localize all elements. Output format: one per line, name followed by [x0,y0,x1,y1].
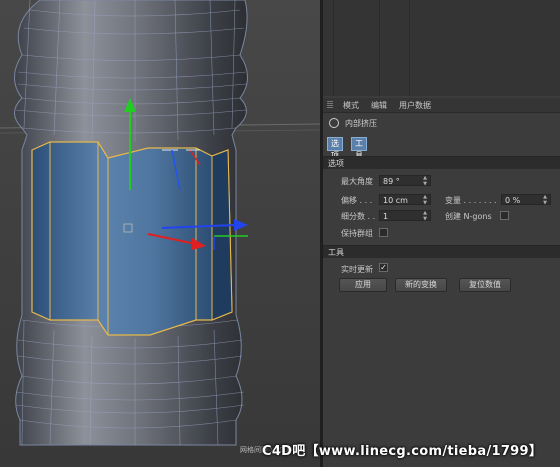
max-angle-field[interactable]: 89 ° ▲ ▼ [379,175,431,186]
spinner-icon[interactable]: ▲ ▼ [423,175,427,187]
bottle-mesh[interactable] [0,0,320,467]
menu-mode[interactable]: 模式 [343,100,359,111]
offset-value: 10 cm [383,196,408,205]
realtime-update-label: 实时更新 [341,265,373,274]
create-ngons-checkbox[interactable] [500,211,509,220]
object-title: 内部挤压 [345,119,377,128]
subdivision-field[interactable]: 1 ▲ ▼ [379,210,431,221]
menu-user-data[interactable]: 用户数据 [399,100,431,111]
max-angle-value: 89 ° [383,177,400,186]
tab-options[interactable]: 选项 [327,137,343,160]
tool-section-header[interactable]: 工具 [323,245,560,258]
reset-values-button[interactable]: 复位数值 [459,278,511,292]
attributes-panel: 模式 编辑 用户数据 内部挤压 选项 工具 选项 最大角度 89 ° ▲▼ 偏移… [323,0,560,467]
attributes-menubar: 模式 编辑 用户数据 [323,98,560,113]
realtime-update-checkbox[interactable]: ✓ [379,263,388,272]
menu-edit[interactable]: 编辑 [371,100,387,111]
spinner-icon[interactable]: ▲ ▼ [423,194,427,206]
spinner-icon[interactable]: ▲ ▼ [543,194,547,206]
tool-section-title: 工具 [328,248,344,257]
options-section-title: 选项 [328,159,344,168]
variance-field[interactable]: 0 % ▲ ▼ [501,194,551,205]
options-section-header[interactable]: 选项 [323,156,560,169]
object-tool-icon [329,118,339,128]
drag-grip-icon[interactable] [327,101,333,109]
preserve-groups-label: 保持群组 [341,229,373,238]
subdivision-label: 细分数 . . [341,212,376,221]
variance-value: 0 % [505,196,521,205]
selected-polygons[interactable] [31,141,233,336]
max-angle-label: 最大角度 [341,177,373,186]
new-transform-button[interactable]: 新的变换 [395,278,447,292]
subdivision-value: 1 [383,212,389,221]
checkmark-icon: ✓ [380,263,387,272]
preserve-groups-checkbox[interactable] [379,228,388,237]
object-title-row: 内部挤压 [323,116,560,130]
offset-field[interactable]: 10 cm ▲ ▼ [379,194,431,205]
offset-label: 偏移 . . . [341,196,373,205]
3d-viewport[interactable]: 网格间距 : 1000 cm [0,0,320,467]
tab-tool[interactable]: 工具 [351,137,367,160]
watermark-text: C4D吧【www.linecg.com/tieba/1799】 [262,444,543,459]
apply-button[interactable]: 应用 [339,278,387,292]
create-ngons-label: 创建 N-gons [445,212,492,221]
spinner-icon[interactable]: ▲ ▼ [423,210,427,222]
variance-label: 变量 . . . . . . . [445,196,497,205]
object-manager-area [323,0,560,96]
